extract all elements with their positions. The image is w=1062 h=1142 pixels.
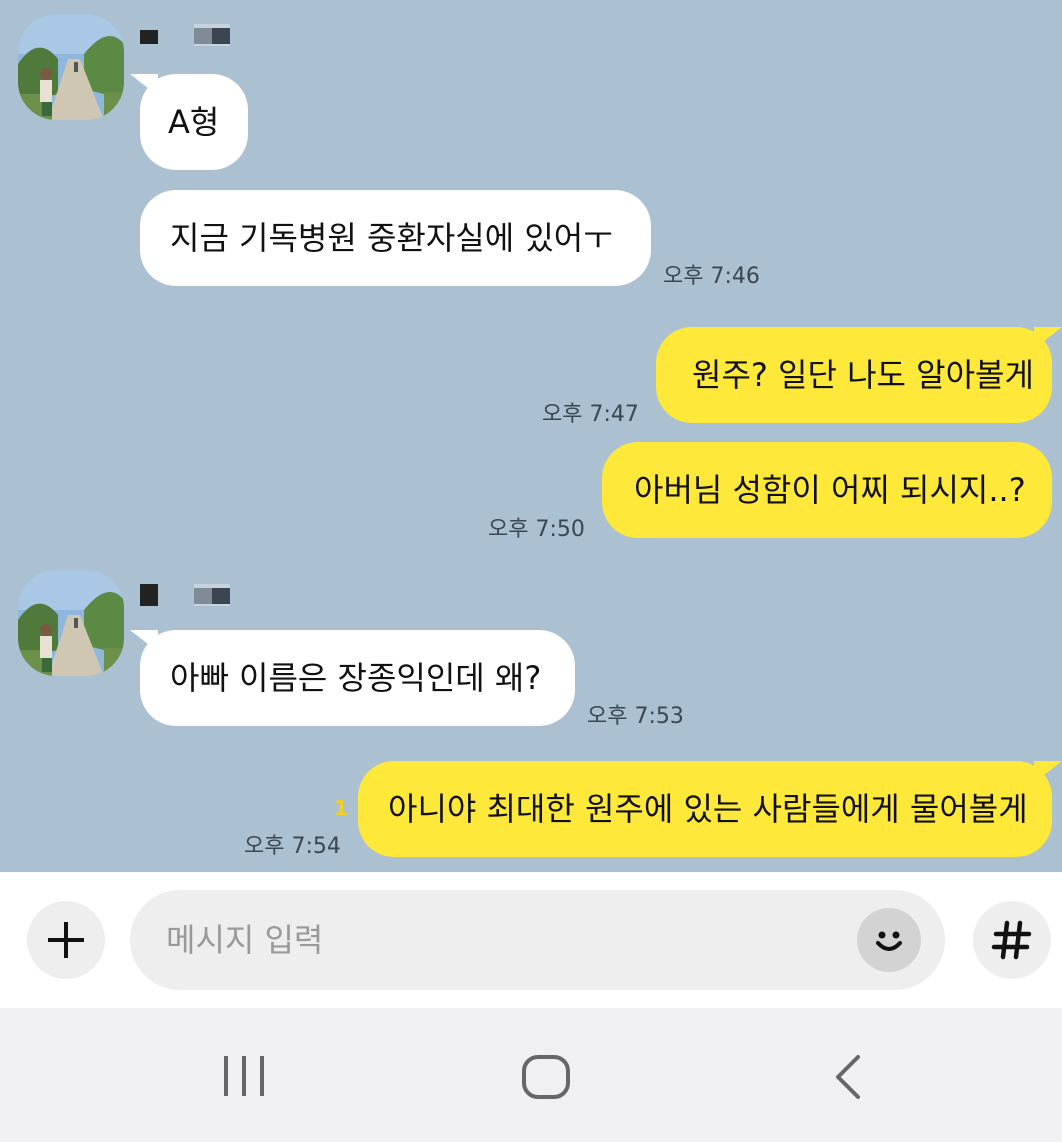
hashtag-button[interactable] — [973, 901, 1051, 979]
message-bubble-incoming[interactable]: 아빠 이름은 장종익인데 왜? — [130, 630, 575, 726]
sender-avatar[interactable] — [18, 14, 124, 120]
unread-count: 1 — [334, 796, 348, 820]
message-text: A형 — [168, 103, 220, 141]
message-input[interactable]: 메시지 입력 — [130, 890, 945, 990]
message-bubble-incoming[interactable]: A형 — [130, 74, 248, 170]
message-bubble-outgoing[interactable]: 아니야 최대한 원주에 있는 사람들에게 물어볼게 — [358, 761, 1062, 857]
message-time: 오후 7:53 — [587, 704, 684, 729]
message-text: 아빠 이름은 장종익인데 왜? — [170, 659, 542, 697]
recent-apps-icon[interactable] — [220, 1054, 268, 1098]
message-text: 원주? 일단 나도 알아볼게 — [692, 356, 1034, 394]
message-bubble-incoming[interactable]: 지금 기독병원 중환자실에 있어ㅜ — [140, 190, 651, 286]
back-icon[interactable] — [830, 1054, 866, 1100]
emoji-button[interactable] — [857, 908, 921, 972]
plus-icon — [48, 922, 84, 958]
message-input-placeholder: 메시지 입력 — [166, 921, 324, 959]
message-bubble-outgoing[interactable]: 원주? 일단 나도 알아볼게 — [656, 327, 1062, 423]
sender-name — [140, 24, 230, 46]
sender-avatar[interactable] — [18, 570, 124, 676]
message-text: 아니야 최대한 원주에 있는 사람들에게 물어볼게 — [388, 790, 1028, 828]
message-time: 오후 7:50 — [488, 517, 585, 542]
message-time: 오후 7:47 — [542, 402, 639, 427]
message-text: 아버님 성함이 어찌 되시지..? — [634, 471, 1026, 509]
add-button[interactable] — [27, 901, 105, 979]
message-text: 지금 기독병원 중환자실에 있어ㅜ — [170, 219, 613, 257]
hash-icon — [991, 920, 1032, 960]
home-icon[interactable] — [521, 1054, 571, 1100]
system-navigation-bar — [0, 1008, 1062, 1142]
sender-name — [140, 584, 230, 606]
message-input-bar: 메시지 입력 — [0, 872, 1062, 1008]
chat-area[interactable]: A형 지금 기독병원 중환자실에 있어ㅜ 오후 7:46 원주? 일단 나도 알… — [0, 0, 1062, 872]
message-bubble-outgoing[interactable]: 아버님 성함이 어찌 되시지..? — [602, 442, 1052, 538]
message-time: 오후 7:54 — [244, 834, 341, 859]
smiley-icon — [876, 931, 902, 951]
message-time: 오후 7:46 — [663, 264, 760, 289]
